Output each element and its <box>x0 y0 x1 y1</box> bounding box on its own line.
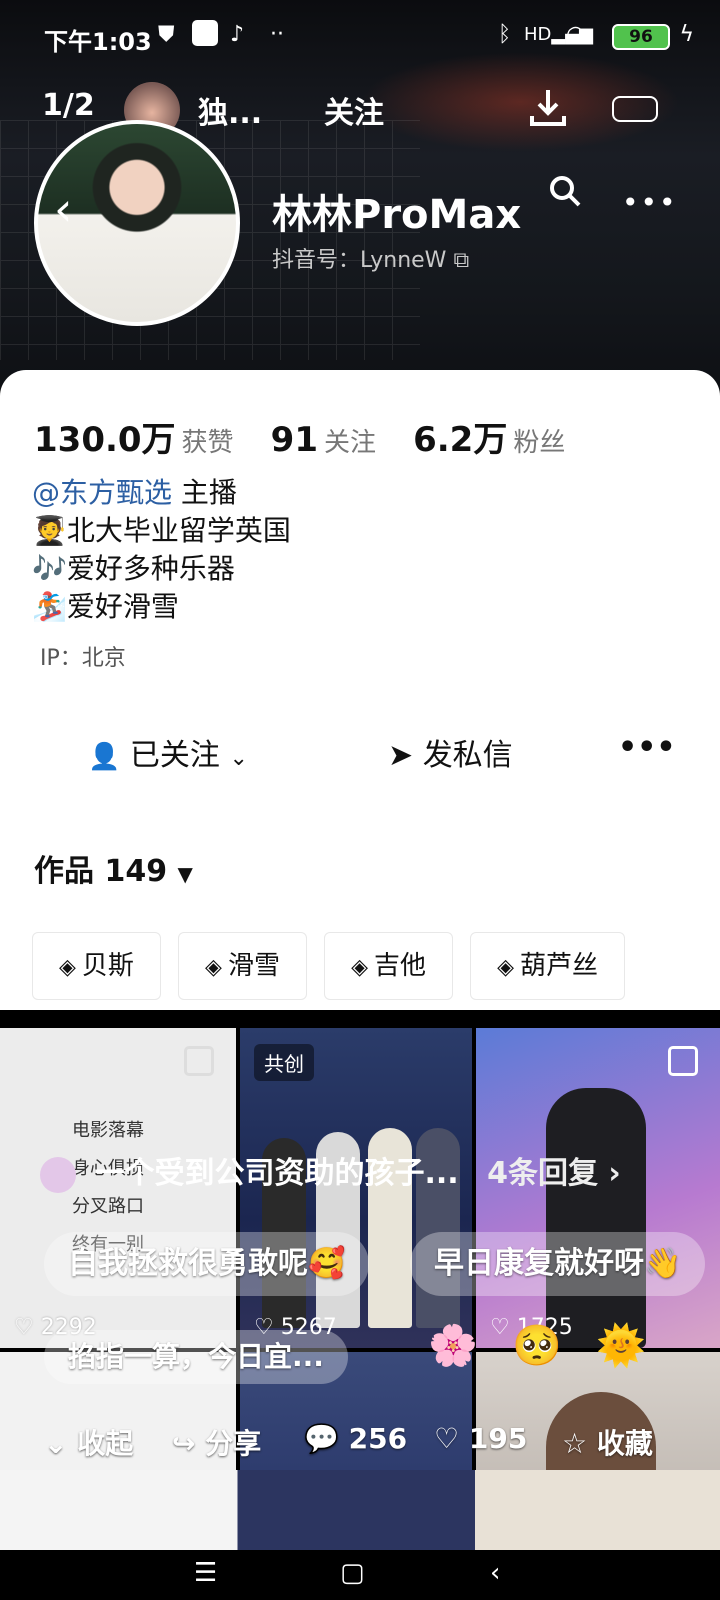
collection-chip[interactable]: ◈ 葫芦丝 <box>470 932 626 1000</box>
collection-chip[interactable]: ◈ 滑雪 <box>178 932 307 1000</box>
ip-location: IP：北京 <box>40 646 126 671</box>
overlay-more-icon[interactable] <box>612 96 658 122</box>
following-count[interactable]: 91 <box>271 420 318 460</box>
follow-button[interactable]: 关注 <box>324 88 384 132</box>
followers-label: 粉丝 <box>513 428 566 458</box>
profile-actions: 👤 已关注 ⌄ ➤ 发私信 ••• <box>0 730 720 780</box>
share-icon: ↪ <box>172 1427 196 1460</box>
app-icon <box>192 20 218 46</box>
system-nav-bar: ☰ ▢ ‹ <box>0 1550 720 1600</box>
collection-chips: ◈ 贝斯 ◈ 滑雪 ◈ 吉他 ◈ 葫芦丝 <box>32 932 637 1000</box>
account-id[interactable]: 抖音号：LynneW ⧉ <box>272 242 469 274</box>
chevron-down-icon: ⌄ <box>229 746 248 771</box>
tiktok-icon: ♪ <box>230 22 245 47</box>
bio-role: 主播 <box>172 476 237 509</box>
video-action-bar: ⌄ 收起 ↪ 分享 💬 256 ♡ 195 ☆ 收藏 <box>0 1410 720 1470</box>
share-label: 分享 <box>205 1427 262 1460</box>
mention-link[interactable]: @东方甄选 <box>32 476 172 509</box>
collection-chip[interactable]: ◈ 吉他 <box>324 932 453 1000</box>
followed-label: 已关注 <box>129 738 220 773</box>
likes-count[interactable]: 130.0万 <box>34 420 176 460</box>
search-icon[interactable] <box>548 174 582 208</box>
battery-indicator: 96 <box>612 24 670 50</box>
collapse-button[interactable]: ⌄ 收起 <box>44 1422 133 1462</box>
comment-bubble[interactable]: 早日康复就好呀👋 <box>410 1232 706 1296</box>
image-counter: 1/2 <box>42 88 95 123</box>
heart-icon: ♡ <box>434 1422 460 1455</box>
favorite-label: 收藏 <box>596 1427 653 1460</box>
sun-emoji-icon[interactable]: 🌞 <box>596 1322 646 1369</box>
layers-icon: ◈ <box>59 955 76 980</box>
star-icon: ☆ <box>562 1427 588 1460</box>
comment-bubble[interactable]: 自我拯救很勇敢呢🥰 <box>44 1232 370 1296</box>
copy-icon[interactable]: ⧉ <box>453 248 469 273</box>
more-notifications-icon: ·· <box>270 22 284 47</box>
menu-nav-icon[interactable]: ☰ <box>194 1558 217 1588</box>
dropdown-icon: ▼ <box>177 862 193 886</box>
works-label: 作品 149 <box>34 854 168 889</box>
shield-icon: ⛊ <box>158 22 175 47</box>
thumbnail-row-lower <box>0 1470 720 1550</box>
profile-nickname: 林林ProMax <box>272 192 522 238</box>
followed-button[interactable]: 👤 已关注 ⌄ <box>88 730 248 774</box>
profile-avatar[interactable]: ‹ <box>34 120 240 326</box>
flower-emoji-icon[interactable]: 🌸 <box>428 1322 478 1369</box>
layers-icon: ◈ <box>497 955 515 980</box>
favorite-button[interactable]: ☆ 收藏 <box>562 1422 653 1462</box>
status-bar: 下午1:03 ⛊ ♪ ·· ᛒ HD▂▄▆ ◠ 96 ϟ <box>0 0 720 76</box>
chevron-down-icon: ⌄ <box>44 1427 68 1460</box>
home-nav-icon[interactable]: ▢ <box>340 1558 365 1588</box>
collapse-label: 收起 <box>77 1427 134 1460</box>
layers-icon: ◈ <box>205 955 222 980</box>
pleading-emoji-icon[interactable]: 🥺 <box>512 1322 562 1369</box>
bio-line: 🎶爱好多种乐器 <box>32 552 235 585</box>
status-time: 下午1:03 <box>44 28 152 56</box>
charging-icon: ϟ <box>679 22 694 47</box>
followers-count[interactable]: 6.2万 <box>413 420 507 460</box>
comments-count: 256 <box>348 1422 408 1455</box>
send-icon: ➤ <box>388 738 414 773</box>
person-figure <box>546 1088 646 1348</box>
message-label: 发私信 <box>422 738 513 773</box>
more-options-icon[interactable]: ••• <box>622 186 678 219</box>
likes-label: 获赞 <box>181 428 234 458</box>
layers-icon: ◈ <box>351 955 368 980</box>
wifi-icon: ◠ <box>566 22 586 47</box>
collab-tag: 共创 <box>254 1044 314 1081</box>
likes-count-bottom: 195 <box>468 1422 528 1455</box>
comment-icon: 💬 <box>304 1422 339 1455</box>
following-label: 关注 <box>323 428 376 458</box>
profile-card: 130.0万 获赞 91 关注 6.2万 粉丝 @东方甄选 主播 🧑‍🎓北大毕业留学英… <box>0 370 720 1010</box>
back-icon[interactable]: ‹ <box>54 182 72 236</box>
commenter-avatar <box>40 1156 76 1193</box>
bluetooth-icon: ᛒ <box>498 22 512 47</box>
profile-bio: @东方甄选 主播 🧑‍🎓北大毕业留学英国 🎶爱好多种乐器 🏂爱好滑雪 <box>32 474 291 626</box>
comments-button[interactable]: 💬 256 <box>304 1422 407 1455</box>
back-nav-icon[interactable]: ‹ <box>490 1558 500 1588</box>
download-icon[interactable] <box>528 86 568 128</box>
works-tab[interactable]: 作品 149 ▼ <box>34 846 193 890</box>
multi-image-icon <box>184 1046 214 1076</box>
user-check-icon: 👤 <box>88 742 121 772</box>
replies-link[interactable]: 4条回复 › <box>487 1156 621 1191</box>
danmu-bubble[interactable]: 掐指一算，今日宜... <box>44 1330 348 1384</box>
top-comment-text: 一个受到公司资助的孩子... <box>94 1156 459 1191</box>
collection-chip[interactable]: ◈ 贝斯 <box>32 932 161 1000</box>
share-button[interactable]: ↪ 分享 <box>172 1422 261 1462</box>
top-comment[interactable]: 一个受到公司资助的孩子... 4条回复 › <box>40 1148 680 1200</box>
message-button[interactable]: ➤ 发私信 <box>388 730 513 774</box>
bio-line: 🧑‍🎓北大毕业留学英国 <box>32 514 291 547</box>
like-button[interactable]: ♡ 195 <box>434 1422 527 1455</box>
multi-image-icon <box>668 1046 698 1076</box>
profile-stats: 130.0万 获赞 91 关注 6.2万 粉丝 <box>34 412 597 461</box>
bio-line: 🏂爱好滑雪 <box>32 590 179 623</box>
actions-more-button[interactable]: ••• <box>618 730 676 765</box>
overlay-title: 独... <box>198 96 263 131</box>
